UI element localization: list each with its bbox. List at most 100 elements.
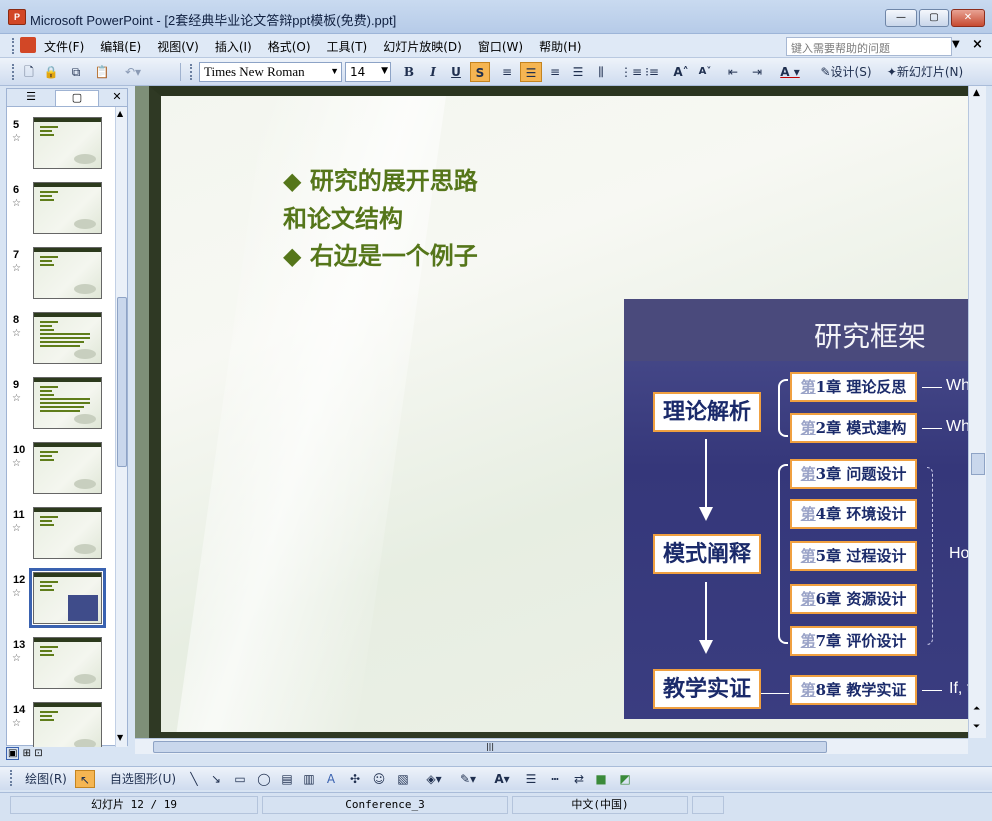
slide-thumbnail[interactable]: 5 ☆ (7, 117, 115, 179)
slide-sorter-icon[interactable]: ⊞ (23, 748, 31, 759)
menu-slideshow[interactable]: 幻灯片放映(D) (383, 38, 462, 55)
3d-style-icon[interactable]: ◩ (616, 770, 634, 788)
wordart-icon[interactable]: A (322, 770, 340, 788)
select-pointer-icon[interactable]: ↖ (75, 770, 95, 788)
menu-help[interactable]: 帮助(H) (539, 38, 581, 55)
slide-horizontal-scrollbar[interactable]: ||| (135, 738, 968, 754)
next-slide-icon[interactable]: ⏷ (973, 722, 980, 732)
justify-icon[interactable]: ☰ (569, 62, 587, 82)
arrow-icon[interactable]: ↘ (208, 770, 224, 788)
increase-font-icon[interactable]: A˄ (672, 62, 690, 82)
slide-thumbnail[interactable]: 14 ☆ (7, 702, 115, 747)
font-family-select[interactable]: Times New Roman ▼ (199, 62, 342, 82)
menu-tools[interactable]: 工具(T) (327, 38, 368, 55)
decrease-font-icon[interactable]: A˅ (696, 62, 714, 82)
scroll-down-icon[interactable]: ▼ (117, 733, 123, 742)
font-color-icon[interactable]: A ▾ (776, 62, 804, 82)
menu-bar-grip[interactable] (12, 38, 16, 54)
close-button[interactable]: ✕ (951, 9, 985, 27)
increase-indent-icon[interactable]: ⇥ (748, 62, 766, 82)
menu-window[interactable]: 窗口(W) (478, 38, 523, 55)
arrow-style-icon[interactable]: ⇄ (570, 770, 588, 788)
scroll-thumb[interactable]: ||| (153, 741, 827, 753)
slide-thumbnail-image[interactable] (33, 182, 102, 234)
scroll-thumb[interactable] (971, 453, 985, 475)
design-template-name[interactable]: Conference_3 (262, 796, 508, 814)
paste-icon[interactable]: 📋 (92, 62, 112, 82)
copy-icon[interactable]: ⧉ (66, 62, 86, 82)
menu-view[interactable]: 视图(V) (157, 38, 199, 55)
slide-thumbnail[interactable]: 6 ☆ (7, 182, 115, 244)
slide-thumbnail-image[interactable] (29, 568, 106, 628)
shadow-style-icon[interactable]: ■ (592, 770, 610, 788)
slide-thumbnail[interactable]: 9 ☆ (7, 377, 115, 439)
slide-thumbnail[interactable]: 13 ☆ (7, 637, 115, 699)
undo-icon[interactable]: ↶▾ (118, 62, 148, 82)
numbered-list-icon[interactable]: ⋮≡ (620, 62, 642, 82)
slide-thumbnail-image[interactable] (33, 442, 102, 494)
powerpoint-app-icon[interactable]: P (8, 9, 26, 25)
distribute-icon[interactable]: ⫼ (592, 62, 610, 82)
slide-thumbnail-image[interactable] (33, 117, 102, 169)
help-dropdown-icon[interactable]: ▼ (952, 39, 960, 50)
slide-thumbnail-image[interactable] (33, 507, 102, 559)
shadow-button[interactable]: S (470, 62, 490, 82)
normal-view-icon[interactable]: ▣ (6, 747, 20, 760)
font-color-icon[interactable]: A▾ (488, 770, 516, 788)
slideshow-icon[interactable]: ⊡ (34, 748, 42, 759)
italic-button[interactable]: I (424, 62, 442, 82)
decrease-indent-icon[interactable]: ⇤ (724, 62, 742, 82)
document-icon[interactable] (20, 37, 36, 53)
permission-icon[interactable]: 🔒 (42, 62, 60, 82)
new-slide-button[interactable]: ✦新幻灯片(N) (880, 62, 970, 82)
design-button[interactable]: ✎设计(S) (816, 62, 876, 82)
new-icon[interactable]: 🗋 (20, 62, 38, 82)
help-search-input[interactable]: 键入需要帮助的问题 (786, 37, 952, 56)
picture-icon[interactable]: ▧ (394, 770, 412, 788)
slide-thumbnail-image[interactable] (33, 702, 102, 747)
slide-vertical-scrollbar[interactable]: ▲ ⏶ ⏷ (968, 86, 986, 738)
font-size-select[interactable]: 14 ▼ (345, 62, 391, 82)
slide-thumbnail[interactable]: 10 ☆ (7, 442, 115, 504)
maximize-button[interactable]: ▢ (919, 9, 949, 27)
scroll-up-icon[interactable]: ▲ (973, 88, 980, 98)
autoshapes-button[interactable]: 自选图形(U) (104, 770, 182, 788)
rectangle-icon[interactable]: ▭ (230, 770, 250, 788)
document-close-button[interactable]: × (972, 37, 983, 52)
minimize-button[interactable]: — (885, 9, 917, 27)
research-framework-image[interactable]: 研究框架 理论解析 模式阐释 教学实证 第1章 理论反思 第2章 模式建构 第3… (624, 299, 968, 719)
fill-color-icon[interactable]: ◈▾ (420, 770, 448, 788)
thumbnail-scrollbar[interactable]: ▲ ▼ (115, 107, 127, 747)
slide-thumbnail-image[interactable] (33, 247, 102, 299)
toolbar-grip[interactable] (10, 770, 14, 786)
line-style-icon[interactable]: ☰ (522, 770, 540, 788)
slide-thumbnail[interactable]: 12 ☆ (7, 568, 115, 634)
align-right-icon[interactable]: ≡ (546, 62, 564, 82)
scroll-up-icon[interactable]: ▲ (117, 109, 123, 118)
slide-thumbnail[interactable]: 11 ☆ (7, 507, 115, 569)
clipart-icon[interactable]: ☺ (370, 770, 388, 788)
menu-edit[interactable]: 编辑(E) (100, 38, 141, 55)
menu-insert[interactable]: 插入(I) (215, 38, 252, 55)
menu-format[interactable]: 格式(O) (268, 38, 311, 55)
align-left-icon[interactable]: ≡ (498, 62, 516, 82)
tab-outline[interactable]: ☰ (11, 90, 51, 106)
slide-thumbnail-image[interactable] (33, 637, 102, 689)
bullet-text-2[interactable]: ◆ 右边是一个例子 (283, 236, 478, 271)
toolbar-grip[interactable] (190, 64, 194, 80)
slide-thumbnail[interactable]: 8 ☆ (7, 312, 115, 374)
line-color-icon[interactable]: ✎▾ (454, 770, 482, 788)
slide-canvas[interactable]: ◆ 研究的展开思路 和论文结构 ◆ 右边是一个例子 研究框架 理论解析 模式阐释… (149, 86, 968, 738)
dash-style-icon[interactable]: ┅ (546, 770, 564, 788)
align-center-icon[interactable]: ☰ (520, 62, 542, 82)
draw-menu-button[interactable]: 绘图(R) (18, 770, 74, 788)
oval-icon[interactable]: ◯ (254, 770, 274, 788)
bullet-text-1[interactable]: ◆ 研究的展开思路 (283, 161, 478, 196)
tab-slides[interactable]: ▢ (55, 90, 99, 106)
scroll-thumb[interactable] (117, 297, 127, 467)
slide-thumbnail-image[interactable] (33, 377, 102, 429)
slide-thumbnail[interactable]: 7 ☆ (7, 247, 115, 309)
previous-slide-icon[interactable]: ⏶ (973, 704, 980, 714)
vertical-textbox-icon[interactable]: ▥ (300, 770, 318, 788)
toolbar-grip[interactable] (12, 64, 16, 80)
